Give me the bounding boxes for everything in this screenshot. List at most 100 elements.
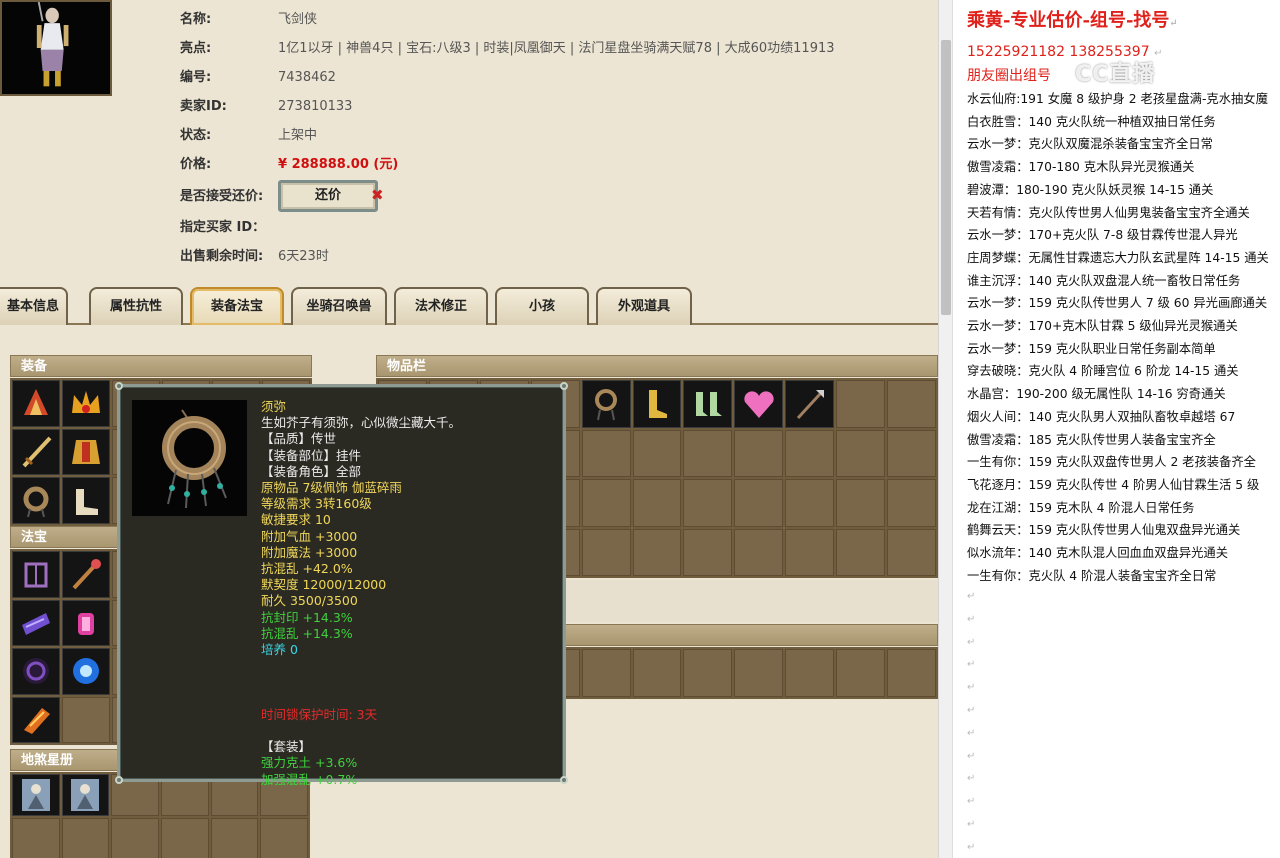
treasure-slot[interactable] bbox=[12, 551, 60, 598]
inventory-slot[interactable] bbox=[632, 479, 682, 527]
scrollbar-thumb[interactable] bbox=[941, 40, 951, 315]
tab-mounts-pets[interactable]: 坐骑召唤兽 bbox=[291, 287, 387, 325]
inventory-slot[interactable] bbox=[734, 429, 784, 477]
star-book-slot[interactable] bbox=[12, 774, 60, 816]
inventory-slot[interactable] bbox=[734, 380, 784, 428]
inventory-slot[interactable] bbox=[632, 380, 682, 428]
treasure-slot[interactable] bbox=[62, 648, 110, 695]
star-book-slot[interactable] bbox=[61, 818, 110, 858]
secondary-slot[interactable] bbox=[785, 649, 835, 697]
star-book-slot[interactable] bbox=[210, 818, 259, 858]
inventory-slot[interactable] bbox=[785, 528, 835, 576]
treasure-slot[interactable] bbox=[62, 551, 110, 598]
inventory-slot[interactable] bbox=[581, 479, 631, 527]
notes-entry: 傲雪凌霜：170-180 克木队异光灵猴通关 bbox=[967, 160, 1195, 175]
notes-document: 乘黄-专业估价-组号-找号↵ 15225921182 1​3​8255397 ↵… bbox=[952, 0, 1280, 858]
inventory-slot[interactable] bbox=[836, 479, 886, 527]
inventory-slot[interactable] bbox=[632, 429, 682, 477]
close-icon[interactable]: ✖ bbox=[371, 186, 384, 204]
treasure-slot[interactable] bbox=[12, 696, 60, 743]
inventory-slot[interactable] bbox=[683, 528, 733, 576]
inventory-slot[interactable] bbox=[836, 380, 886, 428]
secondary-slot[interactable] bbox=[581, 649, 631, 697]
inventory-slot[interactable] bbox=[683, 380, 733, 428]
treasure-slot[interactable] bbox=[12, 599, 60, 646]
tooltip-corner bbox=[115, 776, 123, 784]
equipment-slot[interactable] bbox=[62, 380, 110, 427]
highlights-row: 亮点: 1亿1以牙 | 神兽4只 | 宝石:八级3 | 时装|凤凰御天 | 法门星… bbox=[180, 39, 835, 59]
star-book-slot[interactable] bbox=[12, 818, 60, 858]
inventory-slot[interactable] bbox=[785, 380, 835, 428]
inventory-slot[interactable] bbox=[734, 479, 784, 527]
tab-spell-correction[interactable]: 法术修正 bbox=[394, 287, 488, 325]
notes-entry: 烟火人间：140 克火队男人双抽队畜牧卓越塔 67 bbox=[967, 409, 1236, 424]
inventory-slot[interactable] bbox=[887, 380, 936, 428]
tab-basic-info[interactable]: 基本信息 bbox=[0, 287, 68, 325]
treasure-slot[interactable] bbox=[12, 648, 60, 695]
notes-entry: 水晶宫：190-200 级无属性队 14-16 穷奇通关 bbox=[967, 387, 1226, 402]
notes-entry: 碧波潭：180-190 克火队妖灵猴 14-15 通关 bbox=[967, 182, 1214, 197]
equipment-slot[interactable] bbox=[12, 428, 60, 476]
star-book-slot[interactable] bbox=[61, 774, 110, 816]
tooltip-line bbox=[261, 658, 561, 674]
secondary-slot[interactable] bbox=[683, 649, 733, 697]
inventory-slot[interactable] bbox=[581, 528, 631, 576]
inventory-slot[interactable] bbox=[683, 479, 733, 527]
bargain-row: 是否接受还价: bbox=[180, 187, 278, 207]
secondary-slot[interactable] bbox=[632, 649, 682, 697]
bargain-button[interactable]: 还价 bbox=[278, 180, 378, 212]
tooltip-line bbox=[261, 691, 561, 707]
inventory-slot[interactable] bbox=[836, 528, 886, 576]
helmet-icon bbox=[24, 389, 48, 416]
treasure-slot[interactable] bbox=[62, 599, 110, 646]
tab-equipment[interactable]: 装备法宝 bbox=[190, 287, 284, 325]
treasure-slot[interactable] bbox=[62, 696, 110, 743]
inventory-slot[interactable] bbox=[887, 528, 936, 576]
remaining-time-label: 出售剩余时间: bbox=[180, 249, 264, 264]
paragraph-mark-icon: ↵ bbox=[967, 841, 976, 853]
seller-row: 卖家ID: 273810133 bbox=[180, 97, 352, 117]
highlights-label: 亮点: bbox=[180, 41, 212, 56]
notes-title-text: 乘黄-专业估价-组号-找号 bbox=[967, 10, 1170, 31]
tooltip-line bbox=[261, 723, 561, 739]
tab-appearance-items[interactable]: 外观道具 bbox=[596, 287, 692, 325]
inventory-slot[interactable] bbox=[887, 429, 936, 477]
scroll-icon bbox=[22, 612, 50, 635]
inventory-slot[interactable] bbox=[887, 479, 936, 527]
equipment-slot[interactable] bbox=[62, 428, 110, 476]
name-label: 名称: bbox=[180, 12, 212, 27]
boots-icon bbox=[76, 488, 98, 515]
inventory-slot[interactable] bbox=[734, 528, 784, 576]
secondary-slot[interactable] bbox=[836, 649, 886, 697]
star-book-slot[interactable] bbox=[260, 818, 308, 858]
inventory-slot[interactable] bbox=[581, 429, 631, 477]
notes-entry: 似水流年：140 克木队混人回血血双盘异光通关 bbox=[967, 546, 1229, 561]
equipment-slot[interactable] bbox=[12, 477, 60, 524]
seller-label: 卖家ID: bbox=[180, 99, 227, 114]
inventory-slot[interactable] bbox=[581, 380, 631, 428]
notes-entry: 一生有你：159 克火队双盘传世男人 2 老孩装备齐全 bbox=[967, 455, 1256, 470]
inventory-slot[interactable] bbox=[785, 479, 835, 527]
equipment-slot[interactable] bbox=[62, 477, 110, 524]
inventory-slot[interactable] bbox=[632, 528, 682, 576]
inventory-slot[interactable] bbox=[683, 429, 733, 477]
paragraph-mark-icon: ↵ bbox=[967, 704, 976, 716]
notes-entry: 天若有情：克火队传世男人仙男鬼装备宝宝齐全通关 bbox=[967, 205, 1250, 220]
status-value: 上架中 bbox=[278, 128, 318, 143]
tooltip-line: 【品质】传世 bbox=[261, 431, 337, 447]
page-scrollbar[interactable] bbox=[938, 0, 952, 858]
tooltip-line: 抗封印 +14.3% bbox=[261, 609, 353, 625]
inventory-slot[interactable] bbox=[785, 429, 835, 477]
tab-attributes[interactable]: 属性抗性 bbox=[89, 287, 183, 325]
price-row: 价格: ¥ 288888.00 (元) bbox=[180, 155, 398, 175]
star-book-slot[interactable] bbox=[111, 818, 159, 858]
inventory-slot[interactable] bbox=[836, 429, 886, 477]
tab-child[interactable]: 小孩 bbox=[495, 287, 589, 325]
equipment-slot[interactable] bbox=[12, 380, 60, 427]
inventory-panel-header: 物品栏 bbox=[376, 355, 938, 377]
secondary-slot[interactable] bbox=[734, 649, 784, 697]
tooltip-line: 【装备部位】挂件 bbox=[261, 447, 362, 463]
item-image bbox=[132, 400, 247, 516]
secondary-slot[interactable] bbox=[887, 649, 936, 697]
star-book-slot[interactable] bbox=[161, 818, 209, 858]
